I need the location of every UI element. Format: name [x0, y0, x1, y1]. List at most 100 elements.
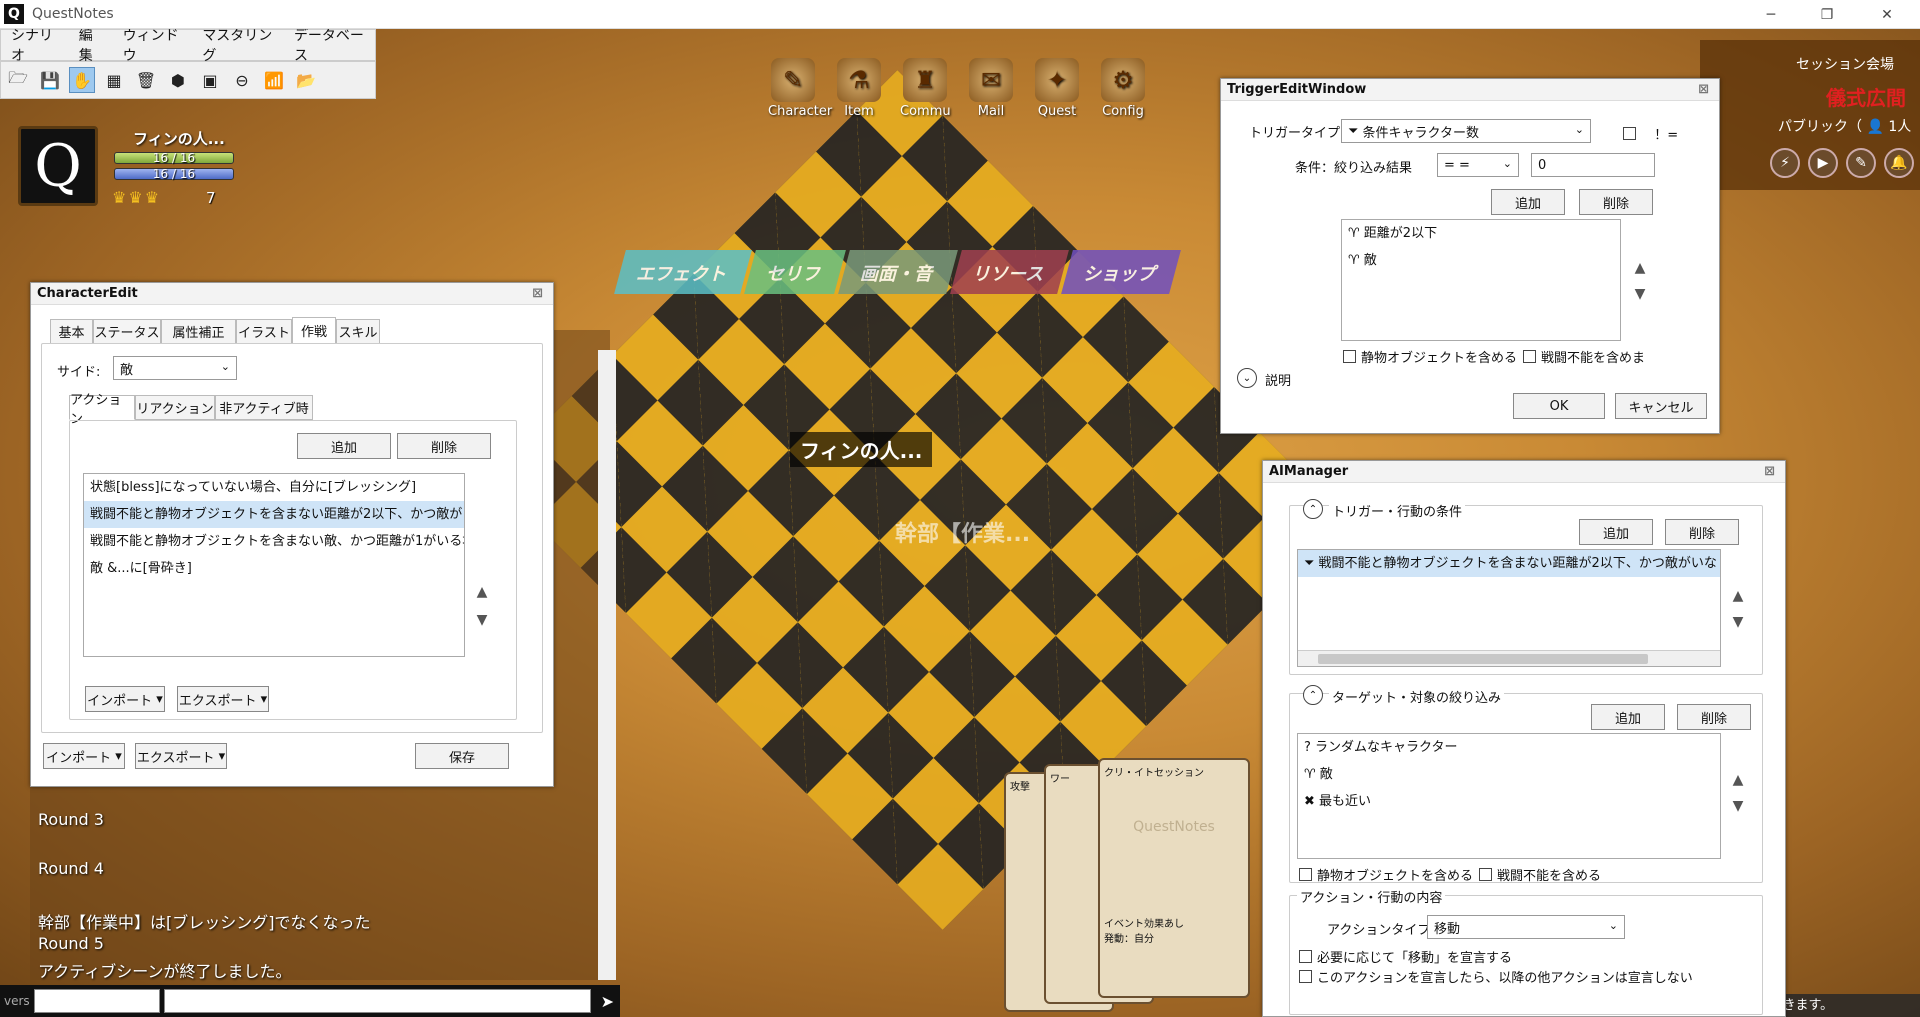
add-button[interactable]: 追加 — [1579, 519, 1653, 545]
list-item[interactable]: ⏷ 戦闘不能と静物オブジェクトを含まない距離が2以下、かつ敵がいな — [1298, 550, 1720, 577]
export-button-outer[interactable]: エクスポート ▾ — [135, 743, 227, 769]
close-icon[interactable]: ⊠ — [1764, 461, 1775, 483]
lightning-icon[interactable]: ⚡ — [1770, 148, 1800, 178]
move-up-icon[interactable]: ▲ — [473, 583, 491, 601]
move-up-icon[interactable]: ▲ — [1729, 771, 1747, 789]
delete-button[interactable]: 削除 — [1579, 189, 1653, 215]
delete-button[interactable]: 削除 — [1677, 704, 1751, 730]
top-menu-quest[interactable]: ✦ Quest — [1032, 58, 1082, 119]
exclusive-action-checkbox[interactable]: このアクションを宣言したら、以降の他アクションは宣言しない — [1299, 967, 1693, 986]
add-button[interactable]: 追加 — [297, 433, 391, 459]
list-item[interactable]: ? ランダムなキャラクター — [1298, 734, 1720, 761]
top-menu-character[interactable]: ✎ Character — [768, 58, 832, 119]
delete-button[interactable]: 削除 — [397, 433, 491, 459]
send-icon[interactable]: ➤ — [595, 992, 620, 1011]
cancel-button[interactable]: キャンセル — [1615, 393, 1707, 419]
trigger-type-select[interactable]: ⏷ 条件キャラクター数 ⌄ — [1341, 119, 1591, 143]
action-type-select[interactable]: 移動 ⌄ — [1427, 915, 1625, 939]
menu-edit[interactable]: 編集 — [69, 25, 113, 65]
delete-button[interactable]: 削除 — [1665, 519, 1739, 545]
camera-icon[interactable]: ▶ — [1808, 148, 1838, 178]
incapacitated-checkbox[interactable]: 戦闘不能を含めま — [1523, 347, 1645, 366]
declare-move-checkbox[interactable]: 必要に応じて「移動」を宣言する — [1299, 947, 1512, 966]
cube-icon[interactable]: ⬢ — [165, 67, 191, 93]
top-menu-commu[interactable]: ♜ Commu — [900, 58, 951, 119]
minus-circle-icon[interactable]: ⊖ — [229, 67, 255, 93]
tab-skill[interactable]: スキル — [336, 319, 380, 344]
menu-mastering[interactable]: マスタリング — [192, 25, 284, 65]
move-down-icon[interactable]: ▼ — [1729, 613, 1747, 631]
menu-database[interactable]: データベース — [284, 25, 375, 65]
list-item[interactable]: 戦闘不能と静物オブジェクトを含まない敵、かつ距離が1がいる場 — [84, 528, 464, 555]
wifi-icon[interactable]: 📶 — [261, 67, 287, 93]
card-icon[interactable]: ▣ — [197, 67, 223, 93]
tab-status[interactable]: ステータス — [93, 319, 161, 344]
ok-button[interactable]: OK — [1513, 393, 1605, 419]
chat-scrollbar[interactable] — [598, 350, 616, 980]
export-button[interactable]: エクスポート ▾ — [177, 686, 269, 712]
bell-icon[interactable]: 🔔 — [1884, 148, 1914, 178]
grid-icon[interactable]: ▦ — [101, 67, 127, 93]
top-menu-mail[interactable]: ✉ Mail — [966, 58, 1016, 119]
explain-label[interactable]: 説明 — [1265, 370, 1291, 389]
add-button[interactable]: 追加 — [1491, 189, 1565, 215]
character-portrait[interactable]: Q — [18, 126, 98, 206]
move-down-icon[interactable]: ▼ — [1631, 285, 1649, 303]
chat-channel-select[interactable] — [33, 989, 160, 1013]
subtab-reaction[interactable]: リアクション — [135, 395, 215, 420]
close-icon[interactable]: ⊠ — [532, 283, 543, 305]
move-down-icon[interactable]: ▼ — [1729, 797, 1747, 815]
session-label[interactable]: セッション会場 — [1796, 54, 1894, 74]
list-item[interactable]: 戦闘不能と静物オブジェクトを含まない距離が2以下、かつ敵が — [84, 501, 464, 528]
import-button[interactable]: インポート ▾ — [85, 686, 165, 712]
list-item[interactable]: ♈ 距離が2以下 — [1342, 220, 1620, 247]
tab-basic[interactable]: 基本 — [50, 319, 93, 344]
top-menu-item[interactable]: ⚗ Item — [834, 58, 884, 119]
side-select[interactable]: 敵 ⌄ — [113, 356, 237, 380]
subtab-inactive[interactable]: 非アクティブ時 — [215, 395, 313, 420]
card[interactable]: クリ・イトセッション QuestNotes イベント効果あし 発動：自分 — [1098, 758, 1250, 998]
list-item[interactable]: 状態[bless]になっていない場合、自分に[ブレッシング] — [84, 474, 464, 501]
list-item[interactable]: ♈ 敵 — [1342, 247, 1620, 274]
chevron-up-icon[interactable]: ⌃ — [1303, 685, 1323, 705]
tab-strategy[interactable]: 作戦 — [292, 317, 336, 344]
chevron-down-icon[interactable]: ⌄ — [1237, 368, 1257, 388]
edit-icon[interactable]: ✎ — [1846, 148, 1876, 178]
condition-value-input[interactable]: 0 — [1531, 153, 1655, 177]
chevron-up-icon[interactable]: ⌃ — [1303, 499, 1323, 519]
move-up-icon[interactable]: ▲ — [1631, 259, 1649, 277]
incapacitated-checkbox[interactable]: 戦闘不能を含める — [1479, 865, 1601, 884]
board-tab-shop[interactable]: ショップ — [1061, 250, 1182, 294]
horizontal-scrollbar[interactable] — [1298, 650, 1720, 666]
save-button[interactable]: 保存 — [415, 743, 509, 769]
move-down-icon[interactable]: ▼ — [473, 611, 491, 629]
board-tab-resource[interactable]: リソース — [950, 250, 1070, 294]
static-object-checkbox[interactable]: 静物オブジェクトを含める — [1343, 347, 1517, 366]
menu-scenario[interactable]: シナリオ — [1, 25, 69, 65]
folder-open-icon[interactable]: 🗁 — [5, 67, 31, 93]
minimize-button[interactable]: ─ — [1748, 0, 1794, 29]
not-checkbox[interactable]: ！= — [1623, 124, 1678, 143]
import-button-outer[interactable]: インポート ▾ — [43, 743, 125, 769]
tab-illust[interactable]: イラスト — [236, 319, 292, 344]
folder-icon[interactable]: 📂 — [293, 67, 319, 93]
move-up-icon[interactable]: ▲ — [1729, 587, 1747, 605]
restore-button[interactable]: ❐ — [1804, 0, 1850, 29]
add-button[interactable]: 追加 — [1591, 704, 1665, 730]
save-icon[interactable]: 💾 — [37, 67, 63, 93]
board-tab-effect[interactable]: エフェクト — [614, 250, 752, 294]
hand-icon[interactable]: ✋ — [69, 67, 95, 93]
board-tab-screen[interactable]: 画面・音 — [838, 250, 958, 294]
board-tab-serif[interactable]: セリフ — [744, 250, 846, 294]
trash-icon[interactable]: 🗑 — [133, 67, 159, 93]
subtab-action[interactable]: アクション — [69, 393, 135, 427]
list-item[interactable]: ✖ 最も近い — [1298, 788, 1720, 815]
static-object-checkbox[interactable]: 静物オブジェクトを含める — [1299, 865, 1473, 884]
menu-window[interactable]: ウィンドウ — [113, 25, 193, 65]
list-item[interactable]: ♈ 敵 — [1298, 761, 1720, 788]
top-menu-config[interactable]: ⚙ Config — [1098, 58, 1148, 119]
close-button[interactable]: ✕ — [1864, 0, 1910, 29]
tab-attribute[interactable]: 属性補正 — [161, 319, 236, 344]
close-icon[interactable]: ⊠ — [1698, 79, 1709, 101]
list-item[interactable]: 敵 &...に[骨砕き] — [84, 555, 464, 582]
